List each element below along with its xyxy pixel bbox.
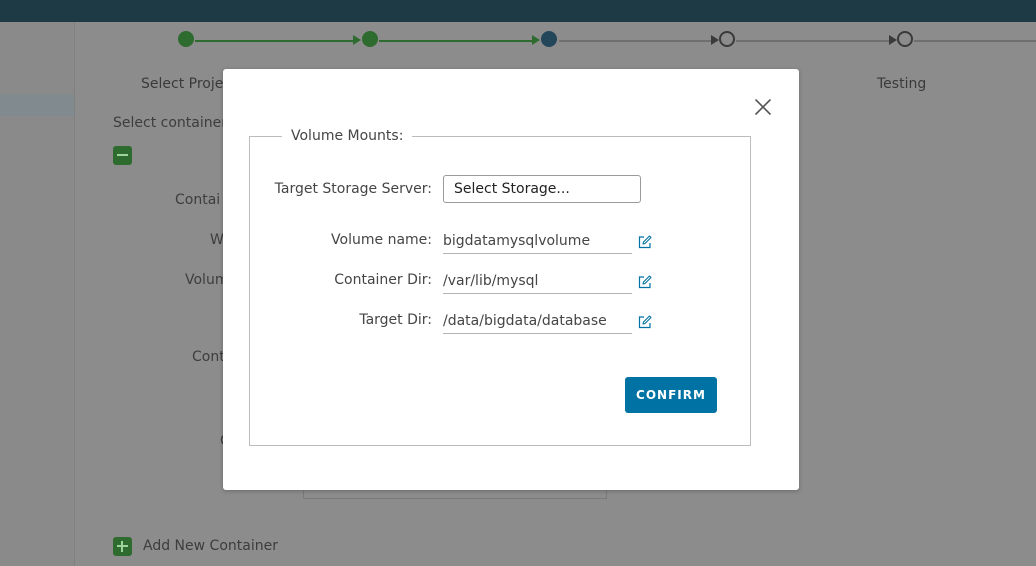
container-form-label: W	[210, 232, 224, 248]
step-arrow	[532, 35, 540, 45]
container-dir-label: Container Dir:	[334, 272, 432, 288]
step-2-indicator[interactable]	[362, 31, 378, 47]
step-connector	[195, 40, 355, 42]
volume-mounts-fieldset: Volume Mounts: Target Storage Server: Se…	[249, 127, 751, 446]
target-dir-input[interactable]	[443, 309, 632, 334]
step-3-indicator[interactable]	[541, 31, 557, 47]
step-1-label[interactable]: Select Proje	[141, 76, 223, 92]
edit-container-dir-icon[interactable]	[638, 274, 652, 289]
app-header	[0, 0, 1036, 22]
add-new-container-link[interactable]: Add New Container	[143, 538, 278, 554]
step-4-indicator[interactable]	[719, 31, 735, 47]
step-arrow	[889, 35, 897, 45]
step-arrow	[711, 35, 719, 45]
container-dir-input[interactable]	[443, 269, 632, 294]
add-container-icon[interactable]	[113, 537, 132, 556]
volume-mounts-modal: Volume Mounts: Target Storage Server: Se…	[223, 69, 799, 490]
target-storage-label: Target Storage Server:	[274, 181, 432, 197]
edit-target-dir-icon[interactable]	[638, 314, 652, 329]
step-5-indicator[interactable]	[897, 31, 913, 47]
container-form-label: Cont	[192, 349, 225, 365]
target-dir-label: Target Dir:	[359, 312, 432, 328]
step-connector	[736, 40, 890, 42]
volume-mounts-legend: Volume Mounts:	[282, 127, 413, 145]
close-icon[interactable]	[753, 97, 773, 117]
select-container-label: Select container	[113, 115, 227, 131]
container-form-label: Volum	[185, 272, 229, 288]
step-1-indicator[interactable]	[178, 31, 194, 47]
step-arrow	[353, 35, 361, 45]
volume-name-input[interactable]	[443, 229, 632, 254]
step-connector	[914, 40, 1036, 42]
collapse-container-button[interactable]	[113, 146, 132, 165]
volume-name-label: Volume name:	[331, 232, 432, 248]
edit-volume-name-icon[interactable]	[638, 234, 652, 249]
step-5-label[interactable]: Testing	[877, 76, 926, 92]
target-storage-select[interactable]: Select Storage...	[443, 175, 641, 203]
step-connector	[379, 40, 533, 42]
container-form-label: Contai	[175, 192, 221, 208]
confirm-button[interactable]: CONFIRM	[625, 377, 717, 413]
step-connector	[559, 40, 713, 42]
